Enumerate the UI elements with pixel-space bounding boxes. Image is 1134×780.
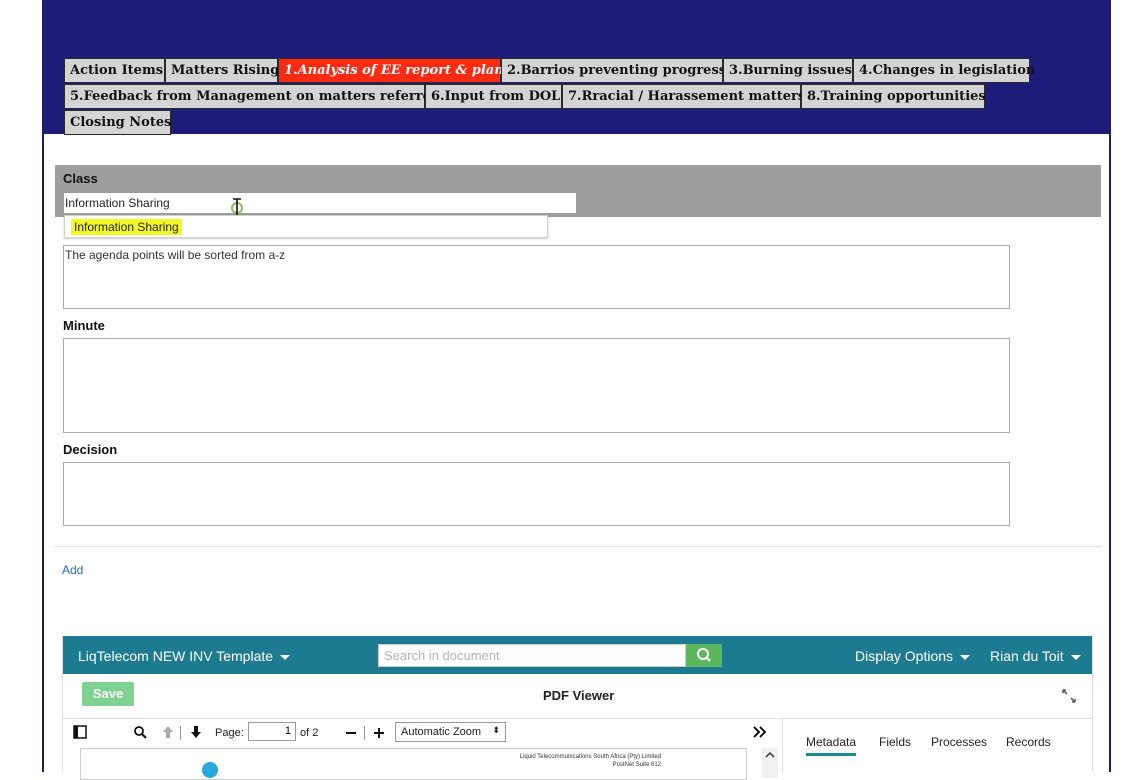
sidebar-toggle-icon[interactable] [73,725,87,739]
pdf-scrollbar[interactable] [762,748,778,778]
divider [55,546,1101,547]
page-label: Page: [215,727,244,739]
expand-icon[interactable] [1061,688,1077,704]
user-name: Rian du Toit [990,648,1064,664]
tab-feedback-from-management[interactable]: 5.Feedback from Management on matters re… [64,84,440,109]
caret-down-icon [280,654,291,660]
decision-label: Decision [63,442,118,457]
tab-metadata[interactable]: Metadata [806,735,857,756]
zoom-value: Automatic Zoom [401,726,482,738]
next-page-icon[interactable] [189,725,203,739]
autocomplete-dropdown: Information Sharing [64,215,548,238]
scroll-up-icon[interactable] [762,749,778,761]
tab-row-2: 5.Feedback from Management on matters re… [64,84,1054,110]
tab-processes[interactable]: Processes [931,735,987,749]
template-name: LiqTelecom NEW INV Template [78,648,274,664]
template-dropdown[interactable]: LiqTelecom NEW INV Template [78,648,291,664]
tab-training-opportunities[interactable]: 8.Training opportunities [801,84,986,109]
pdf-address-line: PostNet Suite 612 [612,762,661,768]
zoom-select[interactable]: Automatic Zoom ⬍ [395,722,506,742]
agenda-tabs: Action Items Matters Rising 1.Analysis o… [64,58,1054,136]
tab-action-items[interactable]: Action Items [64,58,165,83]
tab-row-1: Action Items Matters Rising 1.Analysis o… [64,58,1054,84]
side-panel-tabs: Metadata Fields Processes Records [782,718,1093,773]
tab-closing-notes[interactable]: Closing Notes [64,110,171,135]
pdf-page: Liquid Telecommunications South Africa (… [80,748,747,780]
document-search-input[interactable]: Search in document [378,644,686,667]
tab-matters-rising[interactable]: Matters Rising [165,58,279,83]
display-options-label: Display Options [855,648,954,664]
tab-racial-harassment-matters[interactable]: 7.Rracial / Harassement matters [562,84,805,109]
class-input[interactable]: Information Sharing [63,192,577,214]
viewer-toolbar: LiqTelecom NEW INV Template Search in do… [63,636,1092,674]
zoom-in-icon[interactable] [373,727,385,739]
autocomplete-option[interactable]: Information Sharing [71,219,182,235]
search-icon [697,648,711,662]
decision-textarea[interactable] [63,462,1010,526]
zoom-out-icon[interactable] [345,727,357,739]
logo-icon [202,762,218,778]
page-number-input[interactable]: 1 [248,722,296,741]
pdf-viewer-title: PDF Viewer [543,688,615,703]
tab-records[interactable]: Records [1006,735,1051,749]
add-link[interactable]: Add [62,563,83,577]
tab-row-3: Closing Notes [64,110,1054,136]
tab-changes-in-legislation[interactable]: 4.Changes in legislation [853,58,1035,83]
search-button[interactable] [686,644,722,667]
page-total: of 2 [300,727,319,739]
user-menu[interactable]: Rian du Toit [990,648,1081,664]
minute-textarea[interactable] [63,338,1010,433]
description-textarea[interactable]: The agenda points will be sorted from a-… [63,245,1010,309]
tab-fields[interactable]: Fields [879,735,911,749]
pdf-company-line: Liquid Telecommunications South Africa (… [519,754,661,760]
caret-down-icon [960,654,971,660]
find-icon[interactable] [133,725,147,739]
toolbar-separator [364,726,365,740]
save-button[interactable]: Save [82,682,134,706]
previous-page-icon[interactable] [161,725,175,739]
right-border [1109,0,1111,772]
left-margin [0,0,42,772]
caret-down-icon [1070,654,1081,660]
minute-label: Minute [63,318,105,333]
display-options-dropdown[interactable]: Display Options [855,648,971,664]
tab-analysis-ee-report[interactable]: 1.Analysis of EE report & plan [278,58,504,83]
double-chevron-right-icon[interactable] [753,726,767,738]
tab-barrios-preventing-progress[interactable]: 2.Barrios preventing progress [501,58,726,83]
pdf-toolbar: Page: 1 of 2 Automatic Zoom ⬍ [63,718,781,749]
tab-burning-issues[interactable]: 3.Burning issues [723,58,853,83]
select-arrows-icon: ⬍ [492,725,500,735]
document-viewer: LiqTelecom NEW INV Template Search in do… [62,636,1093,780]
tab-input-from-dol[interactable]: 6.Input from DOL [425,84,562,109]
class-label: Class [63,171,98,186]
toolbar-separator [180,726,181,740]
